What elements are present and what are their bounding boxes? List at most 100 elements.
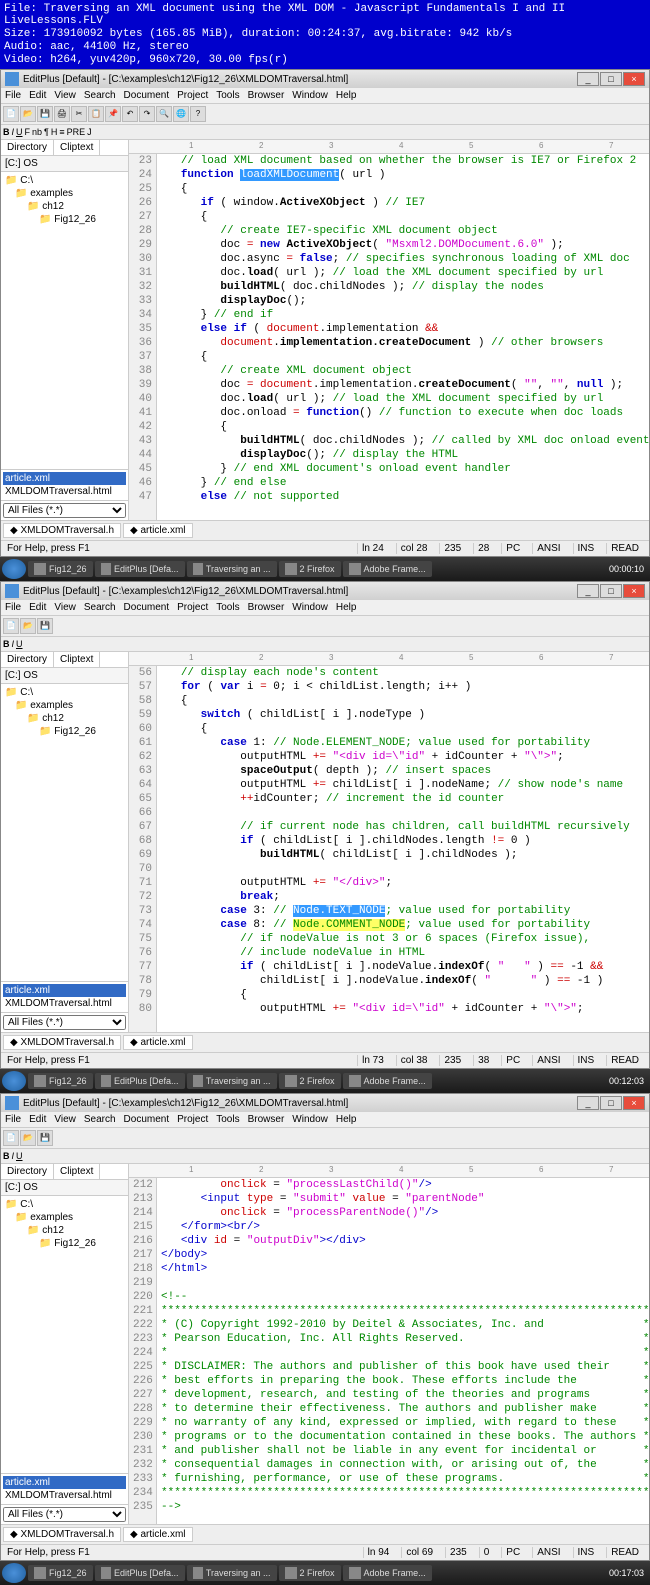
drive-selector[interactable]: [C:] OS: [1, 668, 128, 684]
help-icon[interactable]: ?: [190, 106, 206, 122]
font-button[interactable]: F: [25, 127, 31, 137]
minimize-button[interactable]: _: [577, 72, 599, 86]
cut-icon[interactable]: ✂: [71, 106, 87, 122]
close-button[interactable]: ×: [623, 1096, 645, 1110]
taskbar-app[interactable]: Traversing an ...: [187, 561, 277, 577]
save-icon[interactable]: 💾: [37, 106, 53, 122]
menu-document[interactable]: Document: [124, 90, 170, 101]
minimize-button[interactable]: _: [577, 584, 599, 598]
tree-fig[interactable]: 📁 Fig12_26: [3, 1237, 126, 1250]
italic-button[interactable]: I: [12, 1151, 15, 1161]
menu-file[interactable]: File: [5, 602, 21, 613]
menu-view[interactable]: View: [54, 602, 76, 613]
menu-view[interactable]: View: [54, 90, 76, 101]
underline-button[interactable]: U: [16, 639, 23, 649]
taskbar-app[interactable]: Traversing an ...: [187, 1073, 277, 1089]
italic-button[interactable]: I: [12, 127, 15, 137]
doctab-traversal[interactable]: ◆ XMLDOMTraversal.h: [3, 1035, 121, 1050]
align-left-icon[interactable]: ≡: [59, 127, 64, 137]
tree-examples[interactable]: 📁 examples: [3, 1211, 126, 1224]
taskbar-app[interactable]: EditPlus [Defa...: [95, 561, 185, 577]
menu-file[interactable]: File: [5, 1114, 21, 1125]
doctab-article[interactable]: ◆ article.xml: [123, 1527, 192, 1542]
menu-document[interactable]: Document: [124, 1114, 170, 1125]
open-icon[interactable]: 📂: [20, 1130, 36, 1146]
menu-project[interactable]: Project: [177, 602, 208, 613]
directory-tab[interactable]: Directory: [1, 1164, 54, 1179]
folder-tree[interactable]: 📁 C:\ 📁 examples 📁 ch12 📁 Fig12_26: [1, 684, 128, 981]
menu-view[interactable]: View: [54, 1114, 76, 1125]
code-editor[interactable]: 1234567 23242526272829303132333435363738…: [129, 140, 649, 520]
start-button[interactable]: [2, 1071, 26, 1091]
paragraph-button[interactable]: ¶: [44, 127, 49, 137]
new-icon[interactable]: 📄: [3, 1130, 19, 1146]
file-traversal[interactable]: XMLDOMTraversal.html: [3, 485, 126, 498]
copy-icon[interactable]: 📋: [88, 106, 104, 122]
code-content[interactable]: // display each node's content for ( var…: [157, 666, 649, 1032]
menu-window[interactable]: Window: [292, 90, 328, 101]
menu-project[interactable]: Project: [177, 90, 208, 101]
taskbar-app[interactable]: Fig12_26: [28, 1073, 93, 1089]
file-traversal[interactable]: XMLDOMTraversal.html: [3, 997, 126, 1010]
browser-icon[interactable]: 🌐: [173, 106, 189, 122]
taskbar-app[interactable]: EditPlus [Defa...: [95, 1565, 185, 1581]
file-filter[interactable]: All Files (*.*): [3, 503, 126, 518]
titlebar[interactable]: EditPlus [Default] - [C:\examples\ch12\F…: [1, 582, 649, 600]
directory-tab[interactable]: Directory: [1, 140, 54, 155]
tree-root[interactable]: 📁 C:\: [3, 686, 126, 699]
close-button[interactable]: ×: [623, 72, 645, 86]
directory-tab[interactable]: Directory: [1, 652, 54, 667]
tree-examples[interactable]: 📁 examples: [3, 187, 126, 200]
menu-tools[interactable]: Tools: [216, 602, 239, 613]
heading-button[interactable]: H: [51, 127, 58, 137]
menu-document[interactable]: Document: [124, 602, 170, 613]
taskbar-app[interactable]: Adobe Frame...: [343, 561, 432, 577]
tree-examples[interactable]: 📁 examples: [3, 699, 126, 712]
doctab-article[interactable]: ◆ article.xml: [123, 523, 192, 538]
save-icon[interactable]: 💾: [37, 1130, 53, 1146]
js-button[interactable]: J: [87, 127, 92, 137]
bold-button[interactable]: B: [3, 1151, 10, 1161]
taskbar-app[interactable]: Fig12_26: [28, 1565, 93, 1581]
menu-window[interactable]: Window: [292, 1114, 328, 1125]
open-icon[interactable]: 📂: [20, 106, 36, 122]
menu-edit[interactable]: Edit: [29, 90, 46, 101]
taskbar-app[interactable]: EditPlus [Defa...: [95, 1073, 185, 1089]
drive-selector[interactable]: [C:] OS: [1, 1180, 128, 1196]
open-icon[interactable]: 📂: [20, 618, 36, 634]
italic-button[interactable]: I: [12, 639, 15, 649]
close-button[interactable]: ×: [623, 584, 645, 598]
menu-browser[interactable]: Browser: [248, 1114, 285, 1125]
taskbar-app[interactable]: Traversing an ...: [187, 1565, 277, 1581]
menu-search[interactable]: Search: [84, 1114, 116, 1125]
taskbar-app[interactable]: Adobe Frame...: [343, 1073, 432, 1089]
menu-window[interactable]: Window: [292, 602, 328, 613]
file-filter[interactable]: All Files (*.*): [3, 1015, 126, 1030]
taskbar-app[interactable]: 2 Firefox: [279, 1565, 341, 1581]
menu-help[interactable]: Help: [336, 90, 357, 101]
pre-button[interactable]: PRE: [67, 127, 86, 137]
file-article[interactable]: article.xml: [3, 984, 126, 997]
print-icon[interactable]: 🖨: [54, 106, 70, 122]
bold-button[interactable]: B: [3, 127, 10, 137]
taskbar-app[interactable]: 2 Firefox: [279, 1073, 341, 1089]
menu-file[interactable]: File: [5, 90, 21, 101]
new-icon[interactable]: 📄: [3, 106, 19, 122]
maximize-button[interactable]: □: [600, 584, 622, 598]
taskbar-app[interactable]: Adobe Frame...: [343, 1565, 432, 1581]
tree-root[interactable]: 📁 C:\: [3, 1198, 126, 1211]
folder-tree[interactable]: 📁 C:\ 📁 examples 📁 ch12 📁 Fig12_26: [1, 172, 128, 469]
code-editor[interactable]: 1234567 56575859606162636465666768697071…: [129, 652, 649, 1032]
undo-icon[interactable]: ↶: [122, 106, 138, 122]
cliptext-tab[interactable]: Cliptext: [54, 140, 100, 155]
menu-help[interactable]: Help: [336, 602, 357, 613]
file-article[interactable]: article.xml: [3, 1476, 126, 1489]
menu-browser[interactable]: Browser: [248, 602, 285, 613]
file-filter[interactable]: All Files (*.*): [3, 1507, 126, 1522]
cliptext-tab[interactable]: Cliptext: [54, 1164, 100, 1179]
bold-button[interactable]: B: [3, 639, 10, 649]
titlebar[interactable]: EditPlus [Default] - [C:\examples\ch12\F…: [1, 1094, 649, 1112]
doctab-traversal[interactable]: ◆ XMLDOMTraversal.h: [3, 523, 121, 538]
doctab-article[interactable]: ◆ article.xml: [123, 1035, 192, 1050]
find-icon[interactable]: 🔍: [156, 106, 172, 122]
